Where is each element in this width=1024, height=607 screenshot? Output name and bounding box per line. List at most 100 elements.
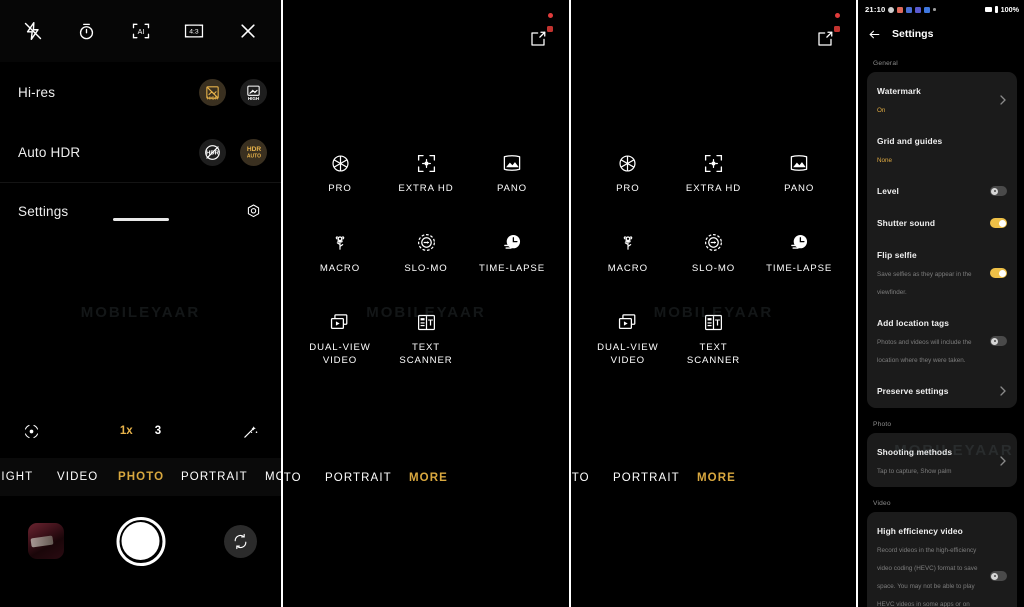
gear-icon[interactable]: [240, 198, 267, 225]
setting-subtitle: Tap to capture, Show palm: [877, 468, 952, 475]
edit-modes-icon[interactable]: [816, 26, 840, 50]
battery-icon: [994, 6, 999, 13]
screenshot-root: AI 4:3 Hi-res HIGH HIGH Auto HDR HDR HDR…: [0, 0, 1024, 607]
hdr-buttons: HDR HDR AUTO: [199, 138, 267, 166]
setting-row-shooting-methods[interactable]: Shooting methods Tap to capture, Show pa…: [867, 435, 1017, 485]
zoom-levels: 1x 3: [120, 425, 161, 437]
shutter-sound-toggle[interactable]: [990, 218, 1007, 228]
app-notification-icon: [924, 6, 931, 13]
add-location-tags-toggle[interactable]: [990, 336, 1007, 346]
option-label-auto-hdr: Auto HDR: [18, 144, 81, 160]
mode-more[interactable]: MORE: [265, 471, 281, 483]
mode-tile-label: SLO-MO: [404, 262, 448, 274]
section-header-general: General: [873, 60, 898, 67]
flip-selfie-toggle[interactable]: [990, 268, 1007, 278]
mode-photo[interactable]: PHOTO: [118, 471, 164, 483]
hi-res-high-button[interactable]: HIGH: [240, 78, 267, 106]
mode-more[interactable]: MORE: [697, 472, 736, 484]
zoom-level-3x[interactable]: 3: [155, 425, 161, 437]
new-badge-dot: [547, 26, 553, 32]
mode-tile-slo-mo[interactable]: SLO-MO: [671, 232, 757, 276]
mode-portrait[interactable]: PORTRAIT: [613, 472, 680, 484]
settings-row[interactable]: Settings: [0, 182, 281, 240]
setting-row-flip-selfie[interactable]: Flip selfie Save selfies as they appear …: [867, 238, 1017, 306]
mode-tile-label: EXTRA HD: [685, 183, 742, 194]
mode-tile-time-lapse[interactable]: TIME-LAPSE: [756, 232, 842, 276]
gallery-thumbnail[interactable]: [28, 523, 64, 559]
setting-row-watermark[interactable]: Watermark On: [867, 74, 1017, 124]
privacy-indicator-dot: [548, 13, 553, 18]
flash-off-icon[interactable]: [20, 18, 46, 44]
mode-tile-text-scanner[interactable]: T TEXT SCANNER: [383, 311, 469, 367]
chevron-right-icon: [999, 454, 1007, 466]
mode-tile-pano[interactable]: PANO: [469, 152, 555, 196]
dnd-icon: [985, 7, 993, 12]
hi-res-off-glyph: HIGH: [204, 84, 221, 101]
magic-wand-icon[interactable]: [237, 418, 263, 444]
shutter-button[interactable]: [116, 516, 165, 566]
settings-label: Settings: [18, 204, 69, 219]
setting-row-shutter-sound[interactable]: Shutter sound: [867, 206, 1017, 238]
mode-portrait[interactable]: PORTRAIT: [181, 471, 248, 483]
chevron-right-icon: [999, 93, 1007, 105]
flip-camera-button[interactable]: [224, 524, 257, 558]
new-badge-dot: [834, 26, 840, 32]
hi-res-high-glyph: HIGH: [245, 84, 262, 101]
zoom-control-row: 1x 3: [0, 415, 281, 447]
mode-tile-label: EXTRA HD: [398, 183, 454, 194]
setting-text: Watermark On: [877, 81, 999, 117]
mode-photo-partial[interactable]: PTO: [571, 472, 590, 484]
setting-text: High efficiency video Record videos in t…: [877, 521, 990, 607]
focus-icon[interactable]: [18, 418, 44, 444]
mode-tile-pro[interactable]: PRO: [297, 152, 383, 196]
mode-tile-extra-hd[interactable]: EXTRA HD: [383, 152, 469, 196]
mode-portrait[interactable]: PORTRAIT: [325, 472, 392, 484]
mode-more[interactable]: MORE: [409, 472, 448, 484]
mode-tile-time-lapse[interactable]: TIME-LAPSE: [469, 232, 555, 276]
setting-subtitle: Photos and videos will include the locat…: [877, 339, 972, 364]
svg-text:AUTO: AUTO: [246, 153, 260, 159]
setting-row-level[interactable]: Level: [867, 174, 1017, 206]
mode-tile-label: PANO: [784, 183, 815, 194]
hdr-off-button[interactable]: HDR: [199, 138, 226, 166]
mode-tile-pro[interactable]: PRO: [585, 152, 671, 196]
setting-subtitle: None: [877, 157, 893, 164]
camera-options-panel: Hi-res HIGH HIGH Auto HDR HDR HDR AUTO S…: [0, 62, 281, 240]
setting-row-grid-and-guides[interactable]: Grid and guides None: [867, 124, 1017, 174]
mode-tile-pano[interactable]: PANO: [756, 152, 842, 196]
timer-icon[interactable]: [74, 18, 100, 44]
mode-tile-dual-view-video[interactable]: DUAL-VIEW VIDEO: [585, 311, 671, 367]
setting-row-preserve-settings[interactable]: Preserve settings: [867, 374, 1017, 406]
mode-tile-macro[interactable]: MACRO: [297, 232, 383, 276]
edit-modes-icon[interactable]: [529, 26, 553, 50]
setting-row-high-efficiency-video[interactable]: High efficiency video Record videos in t…: [867, 514, 1017, 607]
mode-photo-partial[interactable]: PTO: [283, 472, 302, 484]
mode-tile-dual-view-video[interactable]: DUAL-VIEW VIDEO: [297, 311, 383, 367]
setting-row-add-location-tags[interactable]: Add location tags Photos and videos will…: [867, 306, 1017, 374]
mode-tile-text-scanner[interactable]: T TEXT SCANNER: [671, 311, 757, 367]
hi-res-off-button[interactable]: HIGH: [199, 78, 226, 106]
back-arrow-icon[interactable]: [868, 28, 881, 41]
hi-res-buttons: HIGH HIGH: [199, 78, 267, 106]
dual-view-video-icon: [617, 311, 639, 333]
close-icon[interactable]: [235, 18, 261, 44]
mode-tile-label: TIME-LAPSE: [478, 262, 546, 274]
setting-title: Flip selfie: [877, 250, 917, 260]
mode-night[interactable]: NIGHT: [0, 471, 33, 483]
hdr-auto-button[interactable]: HDR AUTO: [240, 138, 267, 166]
mode-tile-label: DUAL-VIEW VIDEO: [597, 342, 659, 366]
mode-tile-macro[interactable]: MACRO: [585, 232, 671, 276]
setting-title: Preserve settings: [877, 386, 949, 396]
mode-video[interactable]: VIDEO: [57, 471, 98, 483]
high-efficiency-video-toggle[interactable]: [990, 571, 1007, 581]
mode-tile-slo-mo[interactable]: SLO-MO: [383, 232, 469, 276]
zoom-level-1x[interactable]: 1x: [120, 425, 133, 437]
aspect-ratio-icon[interactable]: 4:3: [181, 18, 207, 44]
privacy-indicator-dot: [835, 13, 840, 18]
mode-tile-extra-hd[interactable]: EXTRA HD: [671, 152, 757, 196]
ai-scene-icon[interactable]: AI: [128, 18, 154, 44]
svg-text:HIGH: HIGH: [248, 95, 259, 100]
modes-grid-row: MACRO SLO-MO TIME-LAPSE: [297, 232, 555, 276]
more-notifications-icon: [933, 8, 936, 11]
level-toggle[interactable]: [990, 186, 1007, 196]
